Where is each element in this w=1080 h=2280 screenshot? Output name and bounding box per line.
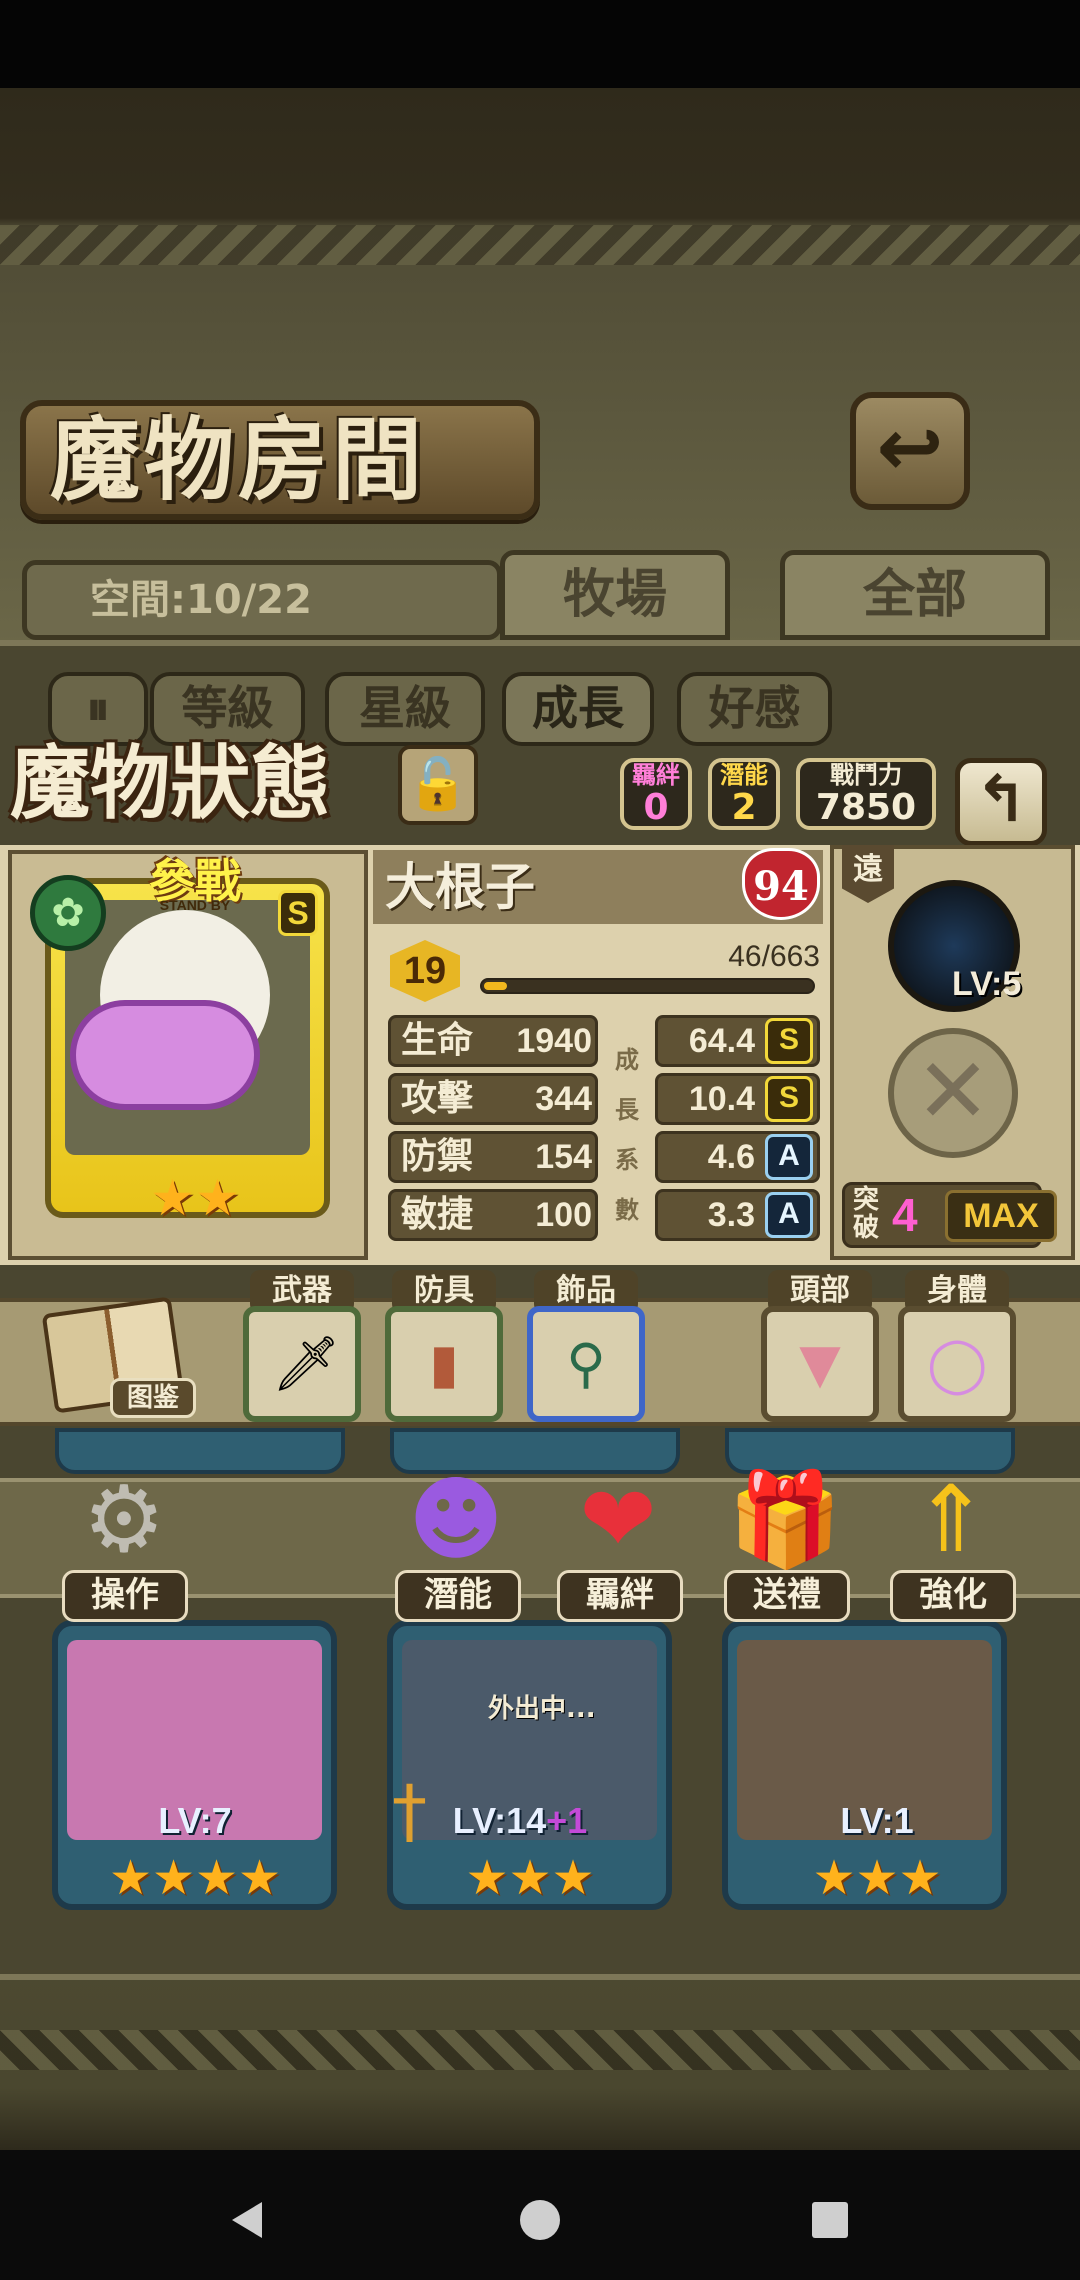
sword-badge-icon: † xyxy=(392,1770,427,1852)
hearts-icon: ❤ xyxy=(579,1466,657,1573)
roster-stars: ★★★ xyxy=(812,1850,942,1906)
home-circle-icon xyxy=(520,2200,560,2240)
tab-ranch[interactable]: 牧場 xyxy=(500,550,730,640)
max-button[interactable]: MAX xyxy=(945,1190,1057,1242)
growth-value: 64.4 xyxy=(688,1022,755,1060)
armor-icon: ▮ xyxy=(429,1332,459,1395)
back-triangle-icon xyxy=(232,2202,262,2238)
power-label: 戰鬥力 xyxy=(830,761,902,789)
recents-square-icon xyxy=(812,2202,848,2238)
exp-text: 46/663 xyxy=(728,940,820,973)
stat-value: 1940 xyxy=(516,1022,592,1060)
stat-name: 生命 xyxy=(400,1020,473,1061)
growth-label-char: 數 xyxy=(615,1196,639,1224)
grade-badge: S xyxy=(765,1076,813,1122)
amulet-icon: ⚲ xyxy=(566,1332,606,1395)
growth-label-char: 成 xyxy=(615,1046,639,1074)
tab-all[interactable]: 全部 xyxy=(780,550,1050,640)
growth-value: 3.3 xyxy=(707,1196,755,1234)
filter-growth[interactable]: 成長 xyxy=(502,672,654,746)
star-rating: ★★ xyxy=(150,1169,240,1227)
growth-label-char: 長 xyxy=(615,1096,639,1124)
weapon-slot[interactable]: 🗡 xyxy=(243,1306,361,1422)
bond-badge: 羈絆 0 xyxy=(620,758,692,830)
breakthrough-label: 突破 xyxy=(852,1185,879,1243)
gear-icon: ⚙ xyxy=(82,1466,166,1573)
bond-action-label: 羈絆 xyxy=(557,1570,683,1622)
away-status: 外出中... xyxy=(488,1694,596,1724)
exp-bar-fill xyxy=(484,982,507,990)
leaf-element-icon: ✿ xyxy=(30,875,106,951)
close-icon: ✕ xyxy=(915,1039,991,1144)
roster-level-bonus: +1 xyxy=(546,1800,588,1841)
power-value: 7850 xyxy=(815,787,917,828)
potential-action-label: 潛能 xyxy=(395,1570,521,1622)
back-nav-button[interactable] xyxy=(220,2190,280,2250)
bond-value: 0 xyxy=(643,787,669,828)
filter-affection[interactable]: 好感 xyxy=(677,672,832,746)
return-arrow-icon: ↩ xyxy=(876,401,944,494)
status-title: 魔物狀態 xyxy=(10,736,330,830)
stat-name: 防禦 xyxy=(400,1136,473,1177)
growth-value: 10.4 xyxy=(688,1080,755,1118)
stat-name: 敏捷 xyxy=(400,1194,473,1235)
skill-level: LV:5 xyxy=(952,965,1022,1003)
cone-hat-icon: ▼ xyxy=(799,1332,841,1395)
potential-badge: 潛能 2 xyxy=(708,758,780,830)
stat-value: 344 xyxy=(535,1080,592,1118)
gift-label: 送禮 xyxy=(724,1570,850,1622)
demon-icon: ☻ xyxy=(408,1466,504,1573)
power-badge: 戰鬥力 7850 xyxy=(796,758,936,830)
grade-badge: S xyxy=(765,1018,813,1064)
growth-value: 4.6 xyxy=(707,1138,755,1176)
grade-badge: A xyxy=(765,1134,813,1180)
home-nav-button[interactable] xyxy=(510,2190,570,2250)
return-arrow-icon: ↰ xyxy=(974,763,1028,837)
growth-label-char: 系 xyxy=(615,1146,639,1174)
encyclopedia-label: 图鉴 xyxy=(110,1378,196,1418)
potential-value: 2 xyxy=(731,787,757,828)
bond-label: 羈絆 xyxy=(632,761,680,789)
page-title: 魔物房間 xyxy=(50,407,426,513)
breakthrough-value: 4 xyxy=(892,1189,918,1241)
monster-ring xyxy=(70,1000,260,1110)
close-status-button[interactable]: ↰ xyxy=(955,758,1047,846)
stat-value: 154 xyxy=(535,1138,592,1176)
roster-stars: ★★★★ xyxy=(108,1850,282,1906)
return-button[interactable]: ↩ xyxy=(850,392,970,510)
status-bar xyxy=(0,0,1080,88)
recents-nav-button[interactable] xyxy=(800,2190,860,2250)
sword-icon: 🗡 xyxy=(272,1332,341,1395)
decor-border-bottom xyxy=(0,2030,1080,2070)
decor-border-top xyxy=(0,225,1080,265)
potential-label: 潛能 xyxy=(720,761,768,789)
enhance-label: 強化 xyxy=(890,1570,1016,1622)
stat-value: 100 xyxy=(535,1196,592,1234)
operate-label: 操作 xyxy=(62,1570,188,1622)
lock-button[interactable]: 🔓 xyxy=(398,745,478,825)
roster-level-value: LV:14 xyxy=(452,1800,547,1841)
roster-level: LV:7 xyxy=(158,1800,232,1841)
affection-heart: 94 xyxy=(742,848,820,920)
rank-badge: S xyxy=(278,890,318,936)
head-slot[interactable]: ▼ xyxy=(761,1306,879,1422)
armor-slot[interactable]: ▮ xyxy=(385,1306,503,1422)
gift-icon: 🎁 xyxy=(727,1466,843,1573)
lock-icon: 🔓 xyxy=(406,755,470,813)
up-arrows-icon: ⇑ xyxy=(912,1466,990,1573)
empty-skill-slot[interactable]: ✕ xyxy=(888,1028,1018,1158)
roster-stars: ★★★ xyxy=(465,1850,595,1906)
accessory-slot[interactable]: ⚲ xyxy=(527,1306,645,1422)
grade-badge: A xyxy=(765,1192,813,1238)
roster-level: LV:14+1 xyxy=(420,1800,620,1842)
exp-bar xyxy=(480,978,815,994)
body-slot[interactable]: ◯ xyxy=(898,1306,1016,1422)
space-label: 空間:10/22 xyxy=(90,577,312,623)
roster-level: LV:1 xyxy=(840,1800,914,1841)
pause-icon: ⏸ xyxy=(86,681,110,735)
ring-float-icon: ◯ xyxy=(927,1332,988,1395)
monster-name: 大根子 xyxy=(385,858,535,916)
stat-name: 攻擊 xyxy=(400,1078,473,1119)
standby-label: STAND BY xyxy=(159,897,231,913)
